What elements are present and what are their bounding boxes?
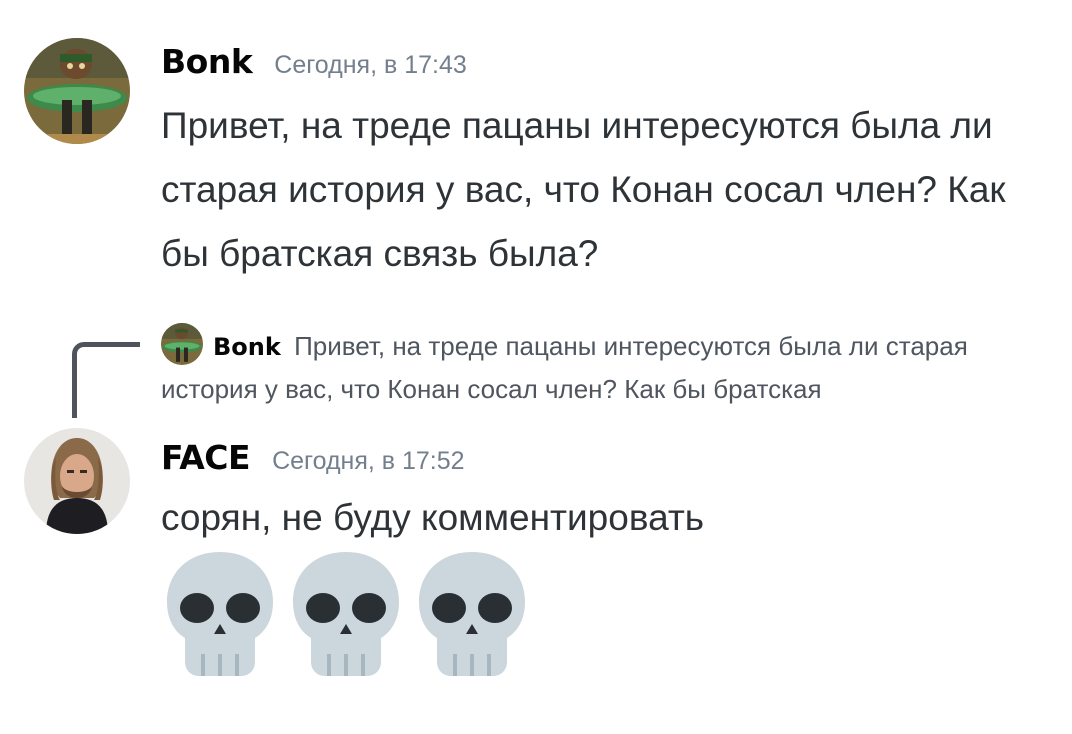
avatar-bonk[interactable] [24,38,130,144]
chat-log: Bonk Сегодня, в 17:43 Привет, на треде п… [0,0,1072,734]
avatar-face[interactable] [24,428,130,534]
message-text: Привет, на треде пацаны интересуются был… [161,105,1006,274]
reply-spine [72,342,140,418]
timestamp: Сегодня, в 17:43 [274,51,467,79]
skull-emoji-icon[interactable] [289,550,403,678]
message-header: Bonk Сегодня, в 17:43 [161,42,467,81]
reply-username[interactable]: Bonk [213,333,281,361]
message-text: сорян, не буду комментировать [161,497,705,538]
reply-avatar-bonk [161,323,203,365]
reply-reference[interactable]: Bonk Привет, на треде пацаны интересуютс… [0,318,1072,418]
reply-preview-text: Привет, на треде пацаны интересуются был… [161,331,968,404]
emoji-row [163,550,529,678]
username[interactable]: FACE [161,438,251,477]
message-bonk: Bonk Сегодня, в 17:43 Привет, на треде п… [0,0,1072,290]
skull-emoji-icon[interactable] [415,550,529,678]
message-face: FACE Сегодня, в 17:52 сорян, не буду ком… [0,420,1072,720]
skull-emoji-icon[interactable] [163,550,277,678]
username[interactable]: Bonk [161,42,253,81]
reply-preview[interactable]: Bonk Привет, на треде пацаны интересуютс… [161,323,1031,410]
timestamp: Сегодня, в 17:52 [272,447,465,475]
message-header: FACE Сегодня, в 17:52 [161,438,465,477]
